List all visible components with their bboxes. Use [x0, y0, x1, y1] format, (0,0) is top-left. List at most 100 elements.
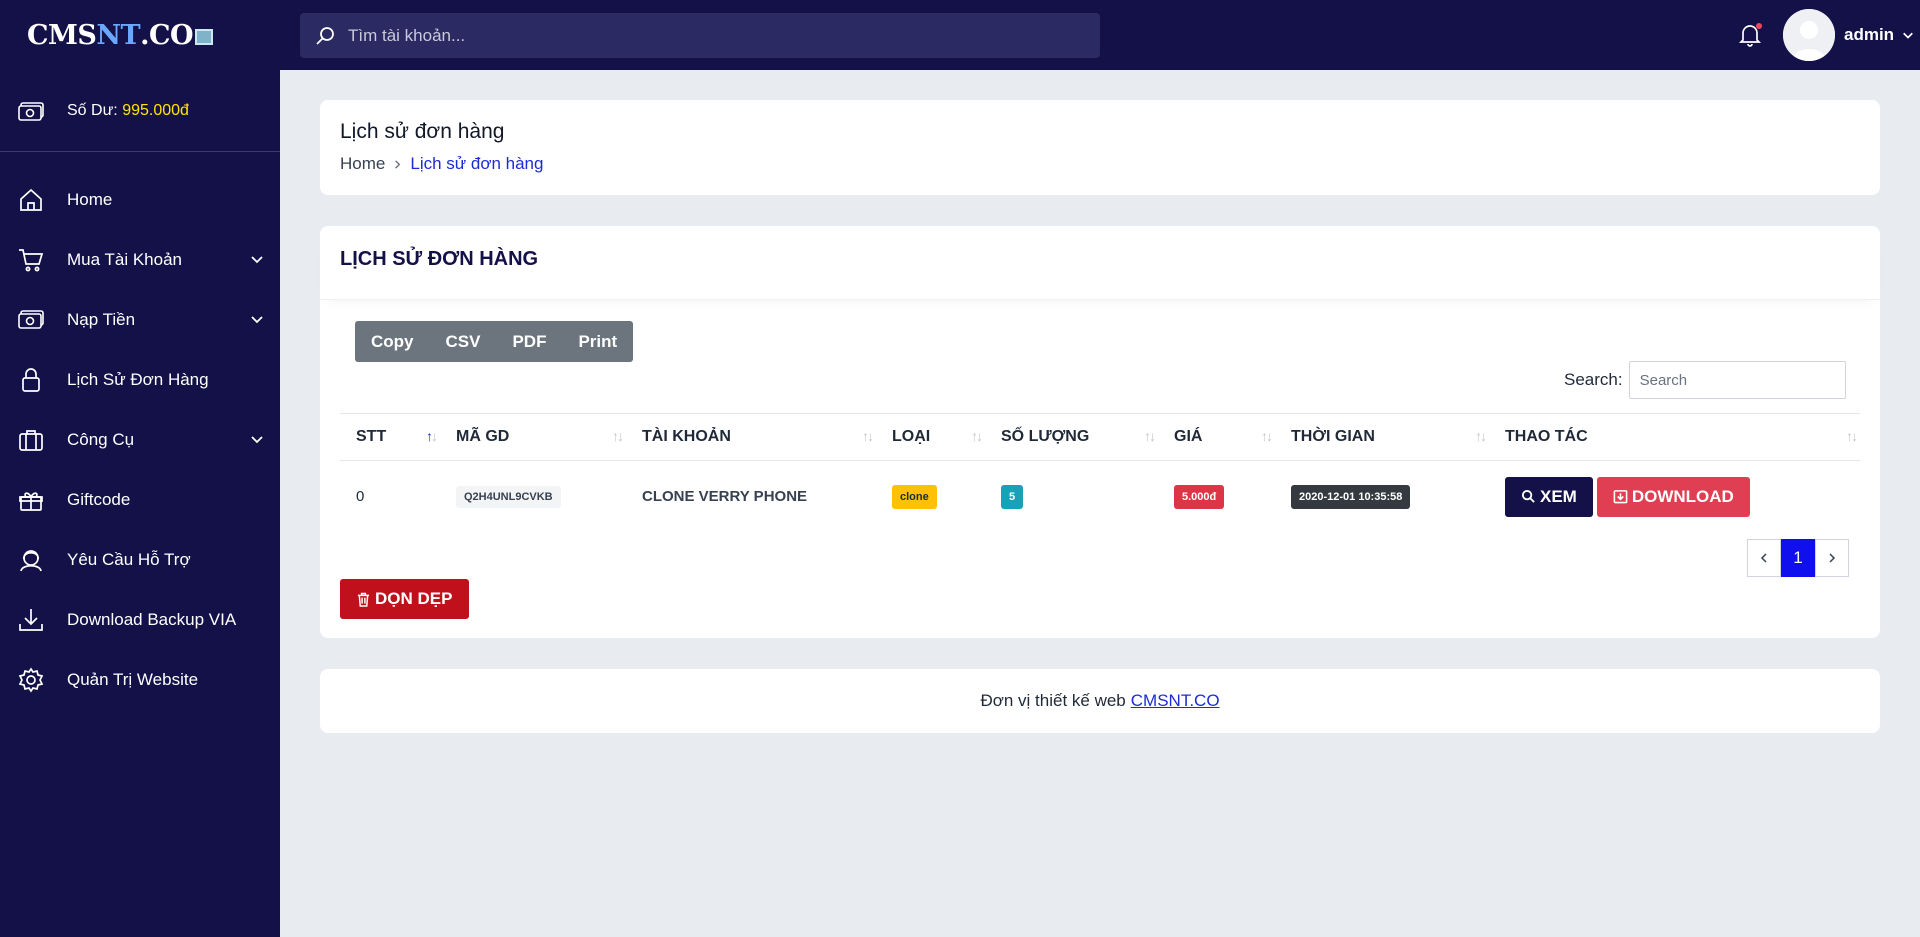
download-button[interactable]: DOWNLOAD	[1596, 476, 1750, 517]
sidebar-item-download-backup[interactable]: Download Backup VIA	[0, 590, 280, 650]
cell-stt: 0	[356, 488, 365, 506]
sidebar-item-label: Công Cụ	[67, 430, 135, 449]
pdf-button[interactable]: PDF	[496, 321, 562, 362]
sidebar-item-support[interactable]: Yêu Cầu Hỗ Trợ	[0, 530, 280, 590]
cell-thao-tac: XEM DOWNLOAD	[1489, 461, 1860, 533]
cell-loai: clone	[876, 461, 985, 533]
sort-icon: ↑↓	[1261, 428, 1273, 444]
trash-icon	[357, 592, 370, 607]
download-icon	[19, 609, 43, 631]
user-menu[interactable]: admin	[1844, 25, 1914, 45]
gear-icon	[18, 667, 44, 693]
column-header-ma-gd[interactable]: MÃ GD ↑↓	[440, 413, 626, 461]
chevron-right-icon	[395, 159, 401, 169]
money-icon	[18, 310, 44, 329]
time-badge: 2020-12-01 10:35:58	[1291, 484, 1411, 509]
lock-icon	[22, 368, 40, 392]
footer-text: Đơn vị thiết kế web	[980, 691, 1126, 710]
column-header-label: TÀI KHOẢN	[642, 428, 731, 445]
column-header-label: GIÁ	[1174, 428, 1203, 445]
table-header-row: STT ↑↓ MÃ GD ↑↓ TÀI KHOẢN ↑↓ LOẠI ↑↓ SỐ LƯỢN…	[340, 413, 1860, 461]
sidebar-item-label: Yêu Cầu Hỗ Trợ	[67, 550, 191, 569]
sidebar-item-giftcode[interactable]: Giftcode	[0, 470, 280, 530]
chevron-left-icon	[1760, 553, 1767, 563]
sidebar-item-home[interactable]: Home	[0, 170, 280, 230]
breadcrumb: Home Lịch sử đơn hàng	[340, 154, 1860, 174]
price-badge: 5.000đ	[1174, 484, 1225, 509]
view-button[interactable]: XEM	[1505, 476, 1593, 517]
order-history-card: LỊCH SỬ ĐƠN HÀNG Copy CSV PDF Print Sear…	[320, 226, 1880, 638]
sort-icon: ↑↓	[1144, 428, 1156, 444]
account-search	[300, 13, 1100, 58]
copy-button[interactable]: Copy	[355, 321, 430, 362]
user-avatar-icon	[1783, 9, 1835, 61]
brand-logo[interactable]: CMS NT .CO	[0, 0, 280, 70]
column-header-tai-khoan[interactable]: TÀI KHOẢN ↑↓	[626, 413, 876, 461]
balance-display: Số Dư: 995.000đ	[0, 70, 280, 152]
table-search: Search:	[1564, 361, 1846, 399]
sidebar-item-label: Home	[67, 190, 113, 209]
pagination-page[interactable]: 1	[1781, 539, 1815, 577]
quantity-badge: 5	[1001, 484, 1024, 509]
cell-gia: 5.000đ	[1158, 461, 1275, 533]
column-header-label: STT	[356, 428, 387, 445]
table-search-input[interactable]	[1628, 361, 1846, 399]
column-header-loai[interactable]: LOẠI ↑↓	[876, 413, 985, 461]
sidebar-item-tools[interactable]: Công Cụ	[0, 410, 280, 470]
home-icon	[20, 188, 42, 211]
cell-ma-gd: Q2H4UNL9CVKB	[440, 461, 626, 533]
sidebar-item-deposit[interactable]: Nạp Tiền	[0, 290, 280, 350]
money-icon	[18, 101, 44, 121]
account-name: CLONE VERRY PHONE	[642, 488, 808, 506]
pagination-prev[interactable]	[1747, 539, 1781, 577]
transaction-code-badge: Q2H4UNL9CVKB	[456, 485, 561, 508]
column-header-gia[interactable]: GIÁ ↑↓	[1158, 413, 1275, 461]
sidebar-item-order-history[interactable]: Lịch Sử Đơn Hàng	[0, 350, 280, 410]
footer-link[interactable]: CMSNT.CO	[1131, 691, 1220, 711]
notification-dot	[1756, 23, 1762, 29]
sidebar-item-label: Mua Tài Khoản	[67, 250, 182, 269]
column-header-label: MÃ GD	[456, 428, 510, 445]
clean-button[interactable]: DỌN DẸP	[340, 579, 470, 619]
pagination-next[interactable]	[1815, 539, 1849, 577]
print-button[interactable]: Print	[562, 321, 633, 362]
column-header-stt[interactable]: STT ↑↓	[340, 413, 440, 461]
sort-icon: ↑↓	[862, 428, 874, 444]
sidebar-item-buy-account[interactable]: Mua Tài Khoản	[0, 230, 280, 290]
column-header-so-luong[interactable]: SỐ LƯỢNG ↑↓	[985, 413, 1158, 461]
cell-so-luong: 5	[985, 461, 1158, 533]
search-icon	[316, 26, 334, 45]
username: admin	[1844, 25, 1895, 44]
cell-thoi-gian: 2020-12-01 10:35:58	[1275, 461, 1489, 533]
clean-button-label: DỌN DẸP	[375, 589, 453, 608]
breadcrumb-home-link[interactable]: Home	[340, 154, 385, 174]
view-button-label: XEM	[1540, 486, 1577, 506]
cell-tai-khoan: CLONE VERRY PHONE	[626, 461, 876, 533]
column-header-thoi-gian[interactable]: THỜI GIAN ↑↓	[1275, 413, 1489, 461]
table-search-label: Search:	[1564, 370, 1623, 389]
page-title: Lịch sử đơn hàng	[340, 120, 505, 143]
account-search-input[interactable]	[348, 25, 1048, 46]
balance-label: Số Dư:	[67, 101, 118, 119]
briefcase-icon	[19, 430, 43, 451]
column-header-thao-tac[interactable]: THAO TÁC ↑↓	[1489, 413, 1860, 461]
download-icon	[1613, 490, 1628, 504]
card-title: LỊCH SỬ ĐƠN HÀNG	[320, 226, 1880, 300]
csv-button[interactable]: CSV	[430, 321, 497, 362]
pagination: 1	[1747, 539, 1849, 577]
page-header-card: Lịch sử đơn hàng Home Lịch sử đơn hàng	[320, 100, 1880, 195]
type-badge: clone	[892, 484, 937, 509]
sort-icon: ↑↓	[1846, 428, 1858, 444]
support-icon	[20, 550, 42, 572]
table-row: 0 Q2H4UNL9CVKB CLONE VERRY PHONE clone 5…	[340, 461, 1860, 533]
avatar[interactable]	[1783, 9, 1835, 61]
column-header-label: SỐ LƯỢNG	[1001, 428, 1090, 445]
sort-icon: ↑↓	[971, 428, 983, 444]
sidebar-item-label: Giftcode	[67, 490, 131, 509]
notification-bell[interactable]	[1737, 22, 1763, 48]
logo-text-part1: CMS	[27, 19, 97, 51]
chevron-right-icon	[1829, 553, 1836, 563]
download-button-label: DOWNLOAD	[1631, 486, 1734, 506]
sidebar-item-admin[interactable]: Quản Trị Website	[0, 650, 280, 710]
chevron-down-icon	[1903, 32, 1913, 39]
